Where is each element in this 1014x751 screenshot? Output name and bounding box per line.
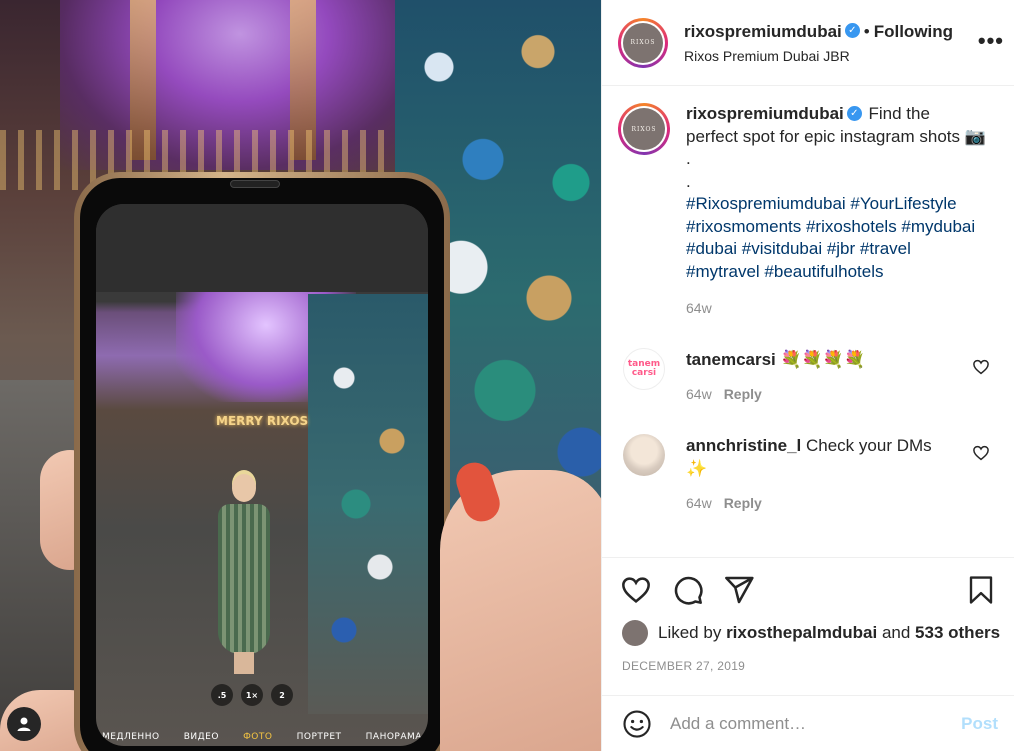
author-username[interactable]: rixospremiumdubai <box>684 22 842 41</box>
caption-timestamp[interactable]: 64w <box>686 297 986 320</box>
comment-timestamp[interactable]: 64w <box>686 386 712 402</box>
commenter-avatar[interactable] <box>623 433 665 476</box>
photo-phone: ϟ ◎ MERRY RIXOS .5 1× 2 МЕДЛЕННО <box>74 172 450 751</box>
location-link[interactable]: Rixos Premium Dubai JBR <box>684 48 953 64</box>
header-names: rixospremiumdubai ✓ • Following Rixos Premi… <box>684 22 953 64</box>
comment-input[interactable] <box>670 713 962 734</box>
liked-by-conj: and <box>881 623 911 642</box>
person-dress <box>218 504 270 654</box>
comment-body: annchristine_l Check your DMs ✨ 64w Reply <box>686 434 956 515</box>
bookmark-icon <box>969 576 993 604</box>
following-button[interactable]: Following <box>874 22 953 41</box>
caption-avatar[interactable]: RIXOS <box>618 103 670 155</box>
person-legs <box>234 652 254 674</box>
phone-sign: MERRY RIXOS <box>216 414 309 428</box>
phone-screen-tree <box>308 294 428 714</box>
heart-icon <box>622 577 650 603</box>
liked-by-prefix: Liked by <box>658 623 722 642</box>
phone-screen: MERRY RIXOS .5 1× 2 МЕДЛЕННО ВИДЕО ФОТО … <box>96 204 428 746</box>
camera-mode-active: ФОТО <box>243 732 273 742</box>
emoji-icon[interactable] <box>622 709 652 739</box>
zoom-level: .5 <box>211 684 233 706</box>
like-button[interactable] <box>616 570 656 610</box>
photo-hand-right <box>440 470 601 751</box>
comment-item: tanem carsi tanemcarsi 💐💐💐💐 64w Reply <box>618 347 998 406</box>
verified-badge-icon: ✓ <box>844 23 860 39</box>
post-caption: RIXOS rixospremiumdubai ✓ Find the perfec… <box>618 103 998 320</box>
commenter-avatar[interactable]: tanem carsi <box>623 347 665 390</box>
liker-avatar[interactable] <box>622 620 648 646</box>
phone-person <box>214 474 274 674</box>
camera-mode: МЕДЛЕННО <box>102 732 160 742</box>
commenter-avatar-text: tanem carsi <box>627 358 661 378</box>
post-header: RIXOS rixospremiumdubai ✓ • Following Rixos… <box>602 0 1014 86</box>
tagged-user-button[interactable] <box>7 707 41 741</box>
comment-button[interactable] <box>668 570 708 610</box>
author-avatar[interactable]: RIXOS <box>618 17 668 68</box>
paper-plane-icon <box>725 576 754 604</box>
comment-meta: 64w Reply <box>686 492 956 515</box>
zoom-controls: .5 1× 2 <box>211 684 293 706</box>
camera-mode: ПОРТРЕТ <box>296 732 342 742</box>
author-avatar-inner: RIXOS <box>621 20 665 65</box>
add-comment-bar: Post <box>602 695 1014 751</box>
separator-dot: • <box>863 21 870 41</box>
post-panel: RIXOS rixospremiumdubai ✓ • Following Rixos… <box>601 0 1014 751</box>
comment-meta: 64w Reply <box>686 383 956 406</box>
post-photo[interactable]: ϟ ◎ MERRY RIXOS .5 1× 2 МЕДЛЕННО <box>0 0 601 751</box>
commenter-username[interactable]: annchristine_l <box>686 436 801 455</box>
more-options-icon[interactable]: ••• <box>978 28 1004 54</box>
caption-avatar-inner: RIXOS <box>621 106 667 152</box>
commenter-username[interactable]: tanemcarsi <box>686 350 776 369</box>
caption-username[interactable]: rixospremiumdubai <box>686 104 844 123</box>
comments-section[interactable]: RIXOS rixospremiumdubai ✓ Find the perfec… <box>602 87 1014 557</box>
phone-screen-top <box>96 204 428 292</box>
camera-modes: МЕДЛЕННО ВИДЕО ФОТО ПОРТРЕТ ПАНОРАМА <box>96 732 428 742</box>
caption-dot: . <box>686 149 691 168</box>
like-comment-heart-icon[interactable] <box>972 444 990 462</box>
liked-by-summary: Liked by rixosthepalmdubai and 533 other… <box>622 620 1000 646</box>
camera-mode: ВИДЕО <box>183 732 219 742</box>
post-actions: Liked by rixosthepalmdubai and 533 other… <box>602 557 1014 750</box>
caption-dot: . <box>686 171 691 191</box>
comment-item: annchristine_l Check your DMs ✨ 64w Reply <box>618 433 998 515</box>
photo-phone-body: ϟ ◎ MERRY RIXOS .5 1× 2 МЕДЛЕННО <box>80 178 444 751</box>
comment-body: tanemcarsi 💐💐💐💐 64w Reply <box>686 348 956 406</box>
zoom-level: 1× <box>241 684 263 706</box>
verified-badge-icon: ✓ <box>846 105 862 121</box>
user-icon <box>17 717 31 731</box>
caption-hashtags[interactable]: #Rixospremiumdubai #YourLifestyle #rixos… <box>686 193 986 283</box>
rixos-logo: RIXOS <box>623 108 665 150</box>
reply-button[interactable]: Reply <box>724 386 762 402</box>
save-button[interactable] <box>961 570 1001 610</box>
post-comment-button[interactable]: Post <box>961 714 998 734</box>
camera-mode: ПАНОРАМА <box>365 732 422 742</box>
rixos-logo: RIXOS <box>623 22 663 63</box>
comment-bubble-icon <box>674 576 703 605</box>
like-comment-heart-icon[interactable] <box>972 358 990 376</box>
comment-text: 💐💐💐💐 <box>780 349 866 369</box>
caption-body: rixospremiumdubai ✓ Find the perfect spot… <box>686 103 986 320</box>
zoom-level: 2 <box>271 684 293 706</box>
share-button[interactable] <box>719 570 759 610</box>
action-icons <box>616 570 1001 610</box>
phone-notch <box>230 180 280 188</box>
liker-username[interactable]: rixosthepalmdubai <box>726 623 877 643</box>
comment-timestamp[interactable]: 64w <box>686 495 712 511</box>
person-head <box>232 474 256 502</box>
likes-others-link[interactable]: 533 others <box>915 623 1000 643</box>
post-date[interactable]: DECEMBER 27, 2019 <box>622 659 745 673</box>
reply-button[interactable]: Reply <box>724 495 762 511</box>
